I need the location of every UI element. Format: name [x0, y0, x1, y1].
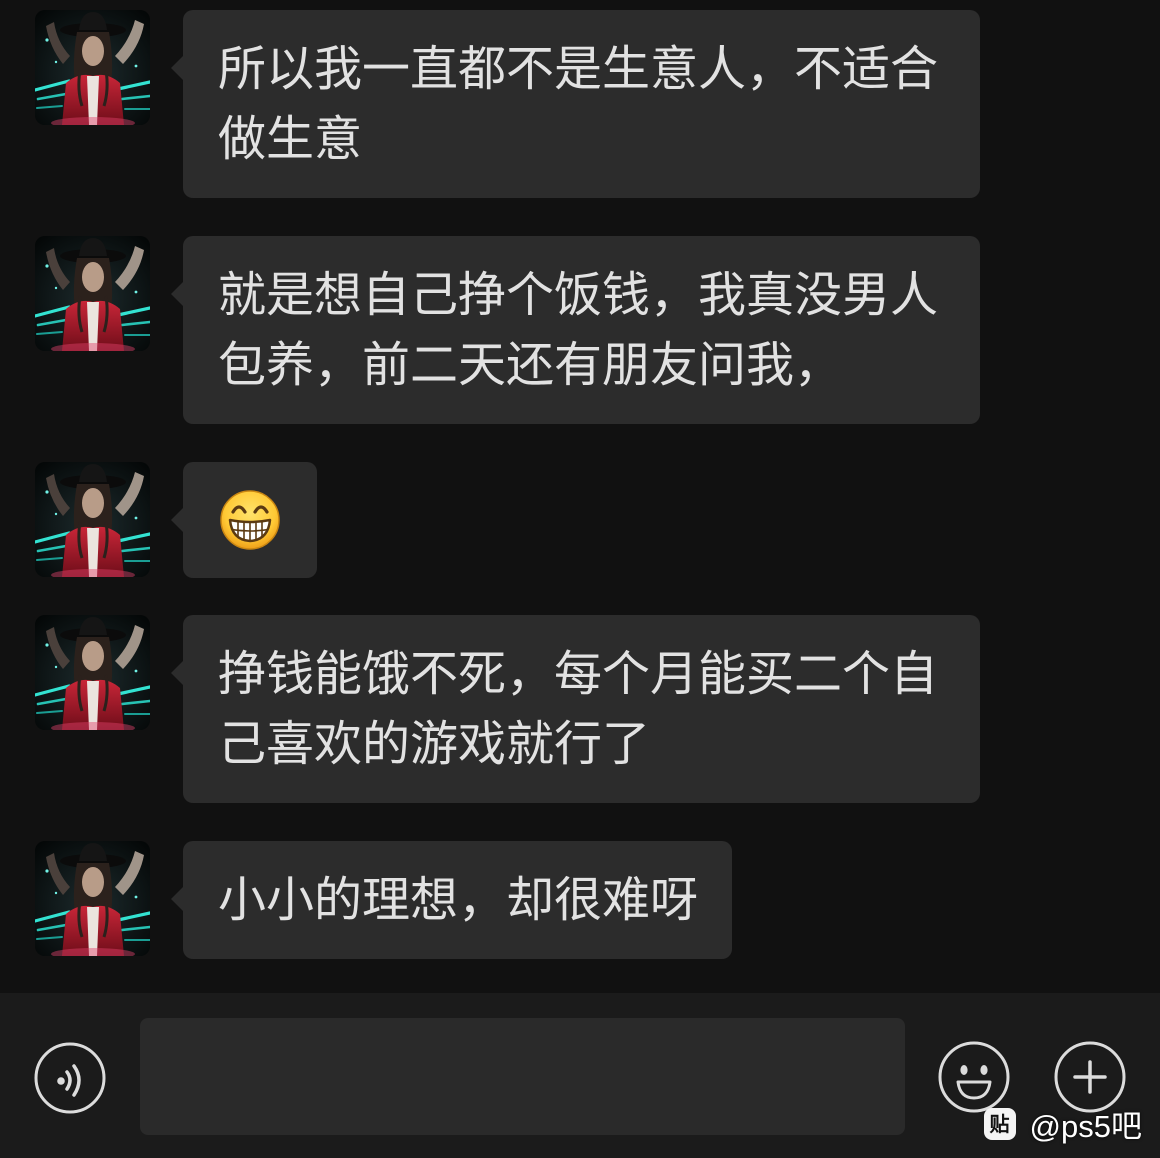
- avatar-image: [35, 462, 150, 577]
- message-text: 挣钱能饿不死，每个月能买二个自己喜欢的游戏就行了: [218, 646, 939, 772]
- voice-input-button[interactable]: [33, 1041, 107, 1115]
- avatar[interactable]: [35, 462, 150, 577]
- avatar-image: [35, 615, 150, 730]
- tieba-logo: 贴: [983, 1107, 1016, 1140]
- avatar-image: [35, 841, 150, 956]
- avatar-image: [35, 10, 150, 125]
- message-bubble[interactable]: 就是想自己挣个饭钱，我真没男人包养，前二天还有朋友问我，: [171, 236, 980, 424]
- watermark-text: @ps5吧: [1029, 1109, 1142, 1144]
- message-bubble[interactable]: 挣钱能饿不死，每个月能买二个自己喜欢的游戏就行了: [171, 615, 980, 803]
- input-bar: 贴 @ps5吧: [0, 993, 1160, 1158]
- avatar[interactable]: [35, 10, 150, 125]
- message-input[interactable]: [140, 1018, 905, 1135]
- voice-icon: [34, 1042, 106, 1114]
- message-text: 所以我一直都不是生意人，不适合做生意: [218, 41, 939, 167]
- message-text: 就是想自己挣个饭钱，我真没男人包养，前二天还有朋友问我，: [218, 267, 939, 393]
- avatar[interactable]: [35, 615, 150, 730]
- avatar[interactable]: [35, 236, 150, 351]
- message-bubble[interactable]: 小小的理想，却很难呀: [170, 841, 733, 959]
- avatar[interactable]: [35, 841, 150, 956]
- avatar-image: [35, 236, 150, 351]
- watermark: 贴 @ps5吧: [983, 1101, 1142, 1146]
- message-text: 小小的理想，却很难呀: [218, 872, 699, 928]
- message-bubble[interactable]: [171, 462, 317, 578]
- chat-message-list[interactable]: 所以我一直都不是生意人，不适合做生意 就是想自己挣个饭钱，我真没男人包养，前二天…: [0, 0, 1160, 993]
- grinning-face-emoji: [220, 490, 280, 550]
- message-bubble[interactable]: 所以我一直都不是生意人，不适合做生意: [171, 10, 980, 198]
